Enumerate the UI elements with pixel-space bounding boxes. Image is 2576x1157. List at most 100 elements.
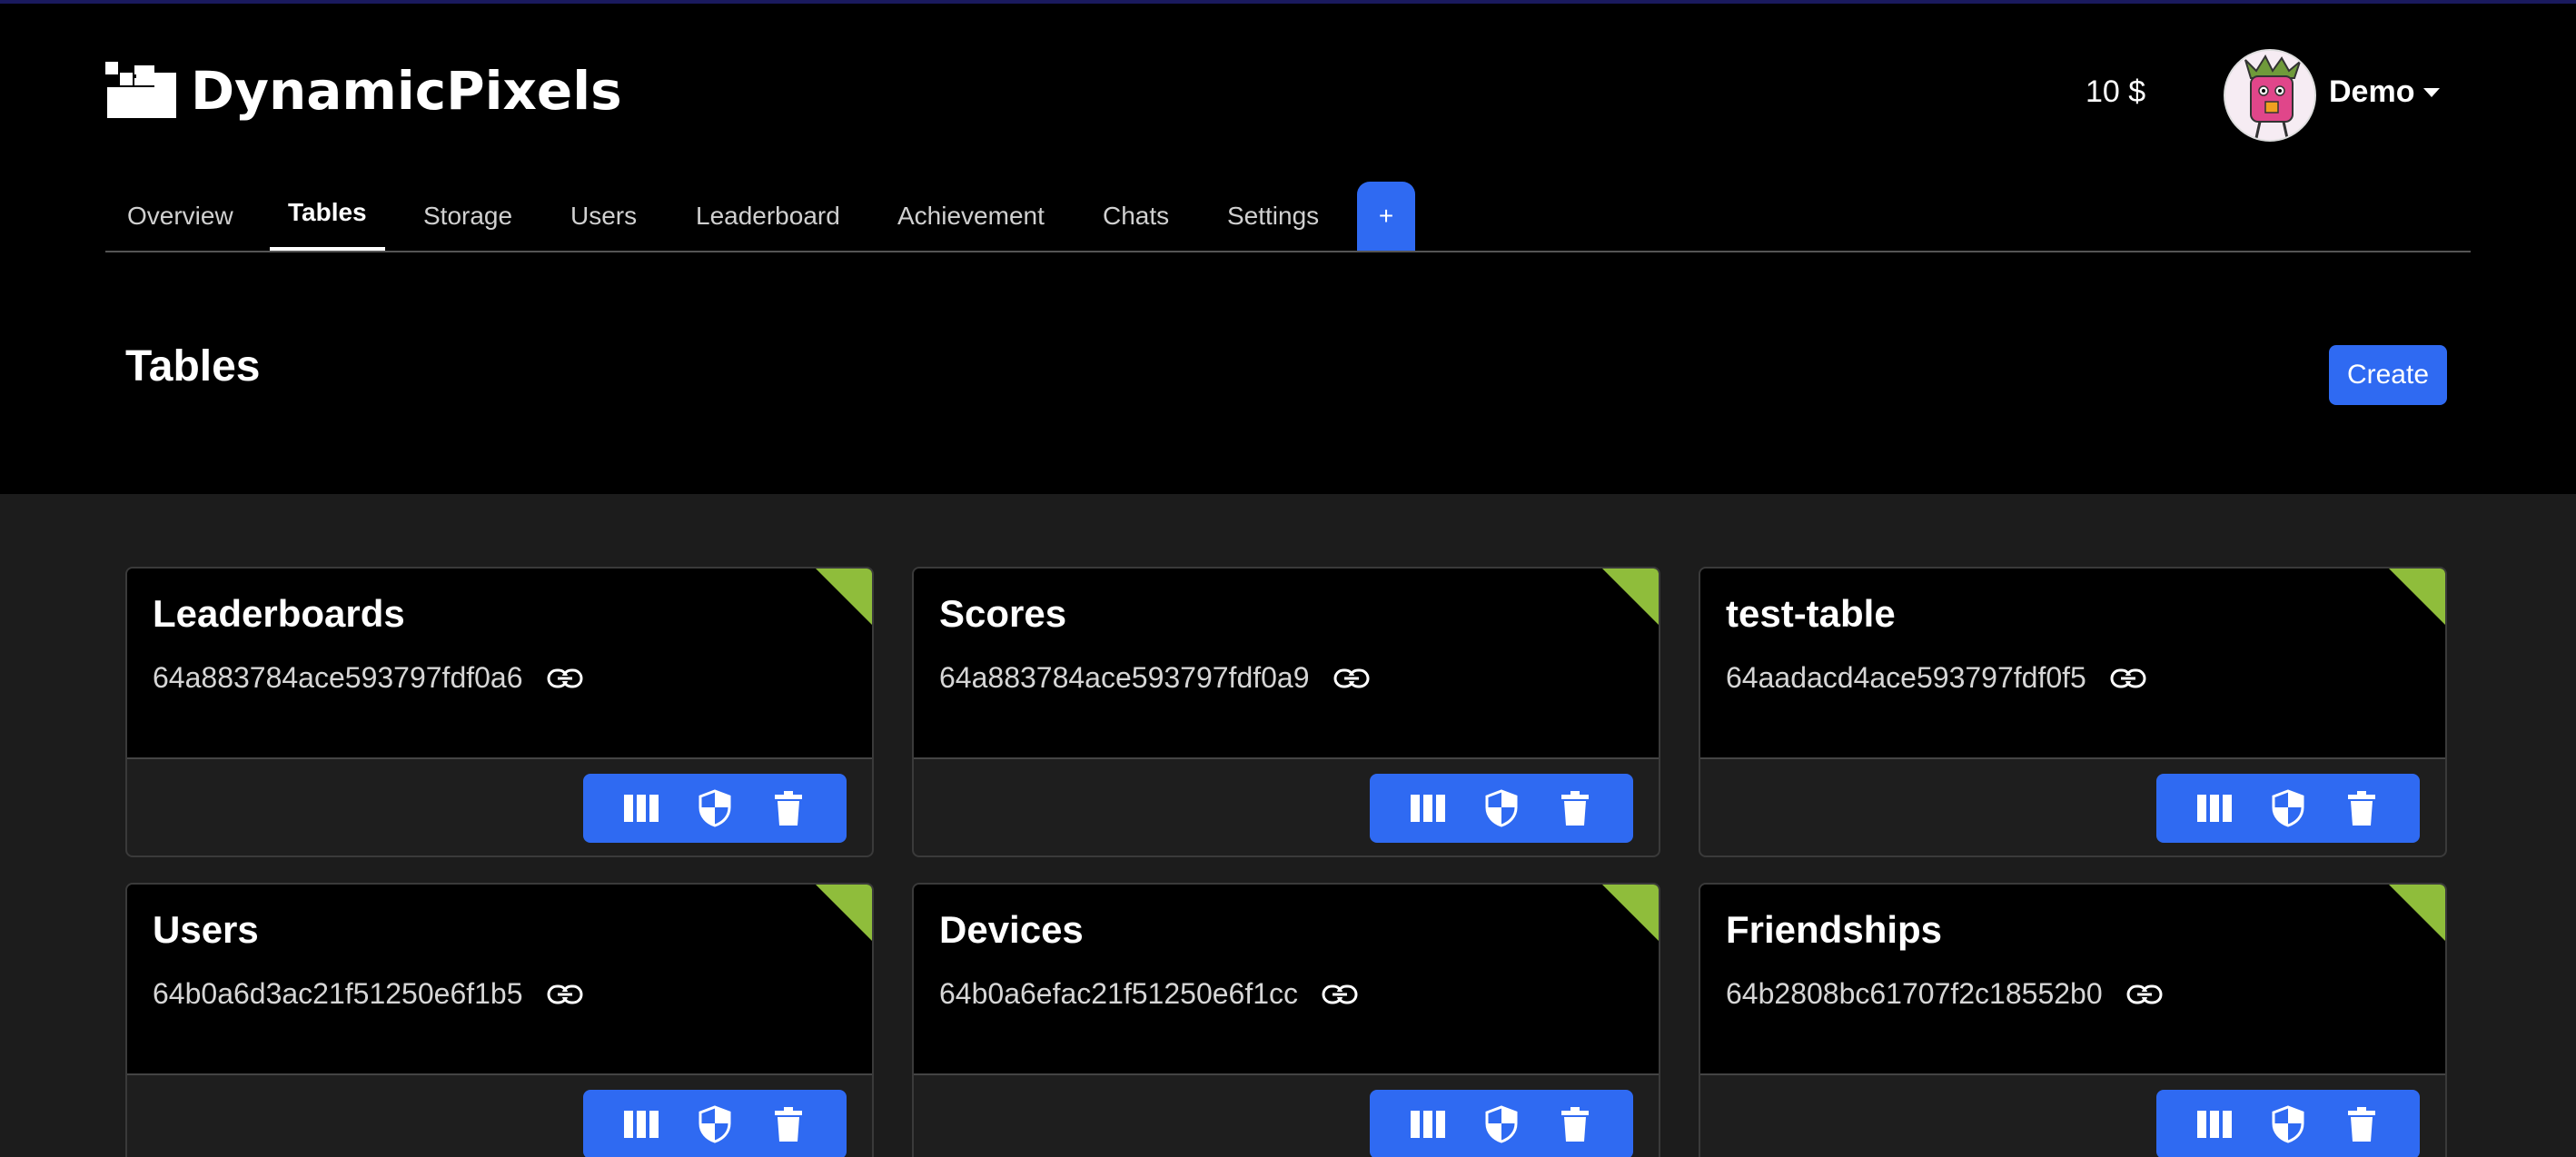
table-name: Scores: [939, 592, 1067, 635]
link-icon[interactable]: [1333, 668, 1370, 689]
trash-icon: [2347, 1107, 2375, 1142]
table-card: Scores 64a883784ace593797fdf0a9: [912, 567, 1660, 857]
status-corner: [1602, 569, 1659, 625]
table-id: 64a883784ace593797fdf0a9: [939, 661, 1310, 694]
user-avatar[interactable]: [2224, 49, 2316, 142]
permissions-button[interactable]: [692, 786, 738, 831]
tab-leaderboard[interactable]: Leaderboard: [696, 202, 840, 252]
columns-button[interactable]: [619, 786, 664, 831]
table-id-row: 64aadacd4ace593797fdf0f5: [1726, 661, 2146, 695]
brand-logo[interactable]: DynamicPixels: [105, 60, 622, 122]
table-name: Friendships: [1726, 908, 1943, 951]
card-actions: [583, 774, 847, 843]
shield-icon: [698, 789, 731, 827]
tab-achievement[interactable]: Achievement: [897, 202, 1045, 252]
card-actions: [2156, 1090, 2420, 1157]
delete-button[interactable]: [2339, 786, 2384, 831]
table-id-row: 64a883784ace593797fdf0a6: [153, 661, 583, 695]
columns-button[interactable]: [1405, 1102, 1451, 1147]
delete-button[interactable]: [766, 786, 811, 831]
tab-storage[interactable]: Storage: [423, 202, 512, 252]
table-name: Users: [153, 908, 259, 951]
permissions-button[interactable]: [692, 1102, 738, 1147]
status-corner: [2389, 885, 2445, 941]
table-id: 64b0a6efac21f51250e6f1cc: [939, 977, 1299, 1010]
columns-button[interactable]: [619, 1102, 664, 1147]
table-id-row: 64b0a6d3ac21f51250e6f1b5: [153, 977, 583, 1011]
card-actions: [2156, 774, 2420, 843]
permissions-button[interactable]: [2265, 1102, 2311, 1147]
columns-icon: [1411, 795, 1446, 822]
card-actions: [1370, 774, 1633, 843]
card-actions: [583, 1090, 847, 1157]
table-id-row: 64a883784ace593797fdf0a9: [939, 661, 1370, 695]
link-icon[interactable]: [2110, 668, 2146, 689]
tab-overview[interactable]: Overview: [127, 202, 233, 252]
status-corner: [2389, 569, 2445, 625]
link-icon[interactable]: [547, 984, 583, 1005]
shield-icon: [1485, 1105, 1518, 1143]
avatar-character-icon: [2225, 51, 2314, 140]
delete-button[interactable]: [2339, 1102, 2384, 1147]
table-id-row: 64b2808bc61707f2c18552b0: [1726, 977, 2163, 1011]
trash-icon: [774, 791, 802, 826]
card-body[interactable]: Leaderboards 64a883784ace593797fdf0a6: [127, 569, 872, 759]
card-body[interactable]: Friendships 64b2808bc61707f2c18552b0: [1700, 885, 2445, 1075]
columns-icon: [2197, 795, 2233, 822]
columns-icon: [624, 795, 659, 822]
table-id: 64aadacd4ace593797fdf0f5: [1726, 661, 2086, 694]
status-corner: [816, 885, 872, 941]
link-icon[interactable]: [1322, 984, 1358, 1005]
delete-button[interactable]: [766, 1102, 811, 1147]
delete-button[interactable]: [1552, 1102, 1598, 1147]
tab-tables[interactable]: Tables: [270, 198, 385, 251]
tab-settings[interactable]: Settings: [1227, 202, 1319, 252]
permissions-button[interactable]: [1479, 1102, 1524, 1147]
shield-icon: [2272, 789, 2304, 827]
table-id: 64a883784ace593797fdf0a6: [153, 661, 523, 694]
columns-button[interactable]: [2192, 1102, 2237, 1147]
brand-name: DynamicPixels: [191, 60, 622, 122]
columns-button[interactable]: [1405, 786, 1451, 831]
table-id: 64b2808bc61707f2c18552b0: [1726, 977, 2103, 1010]
caret-down-icon: [2423, 87, 2441, 97]
trash-icon: [1560, 1107, 1589, 1142]
header: DynamicPixels 10 $ Demo Overview Tables …: [0, 4, 2576, 494]
table-name: Leaderboards: [153, 592, 405, 635]
card-actions: [1370, 1090, 1633, 1157]
table-id-row: 64b0a6efac21f51250e6f1cc: [939, 977, 1358, 1011]
link-icon[interactable]: [547, 668, 583, 689]
status-corner: [1602, 885, 1659, 941]
columns-icon: [1411, 1111, 1446, 1138]
nav-tabs: Overview Tables Storage Users Leaderboar…: [105, 182, 2471, 252]
table-card: Devices 64b0a6efac21f51250e6f1cc: [912, 883, 1660, 1157]
add-tab-button[interactable]: +: [1357, 182, 1415, 251]
link-icon[interactable]: [2126, 984, 2163, 1005]
trash-icon: [1560, 791, 1589, 826]
columns-icon: [624, 1111, 659, 1138]
table-card: Users 64b0a6d3ac21f51250e6f1b5: [125, 883, 874, 1157]
permissions-button[interactable]: [2265, 786, 2311, 831]
table-card: Friendships 64b2808bc61707f2c18552b0: [1699, 883, 2447, 1157]
balance-display: 10 $: [2086, 74, 2146, 109]
page-title: Tables: [125, 342, 261, 391]
columns-icon: [2197, 1111, 2233, 1138]
card-body[interactable]: Devices 64b0a6efac21f51250e6f1cc: [914, 885, 1659, 1075]
delete-button[interactable]: [1552, 786, 1598, 831]
table-card: test-table 64aadacd4ace593797fdf0f5: [1699, 567, 2447, 857]
logo-pixels-icon: [105, 62, 176, 118]
card-body[interactable]: Scores 64a883784ace593797fdf0a9: [914, 569, 1659, 759]
card-body[interactable]: test-table 64aadacd4ace593797fdf0f5: [1700, 569, 2445, 759]
tab-chats[interactable]: Chats: [1103, 202, 1169, 252]
table-card: Leaderboards 64a883784ace593797fdf0a6: [125, 567, 874, 857]
card-body[interactable]: Users 64b0a6d3ac21f51250e6f1b5: [127, 885, 872, 1075]
columns-button[interactable]: [2192, 786, 2237, 831]
create-table-button[interactable]: Create: [2329, 345, 2447, 405]
shield-icon: [1485, 789, 1518, 827]
user-menu-toggle[interactable]: Demo: [2329, 74, 2441, 110]
status-corner: [816, 569, 872, 625]
permissions-button[interactable]: [1479, 786, 1524, 831]
tab-users[interactable]: Users: [570, 202, 637, 252]
trash-icon: [774, 1107, 802, 1142]
shield-icon: [698, 1105, 731, 1143]
